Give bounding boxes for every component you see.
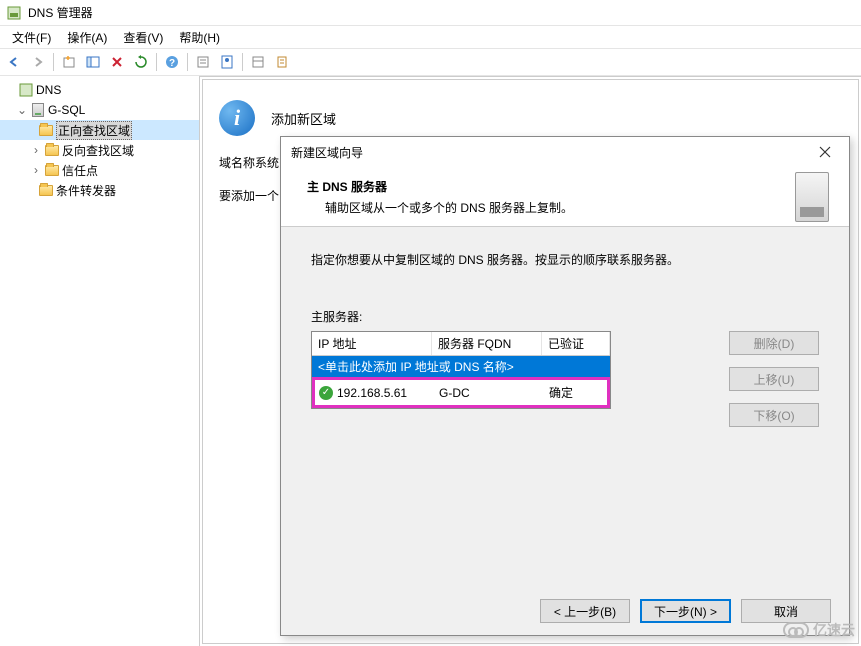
watermark-logo-icon: [783, 622, 809, 638]
side-button-group: 删除(D) 上移(U) 下移(O): [729, 331, 819, 427]
watermark-text: 亿速云: [813, 620, 855, 640]
delete-button[interactable]: 删除(D): [729, 331, 819, 355]
server-ip: 192.168.5.61: [337, 386, 407, 400]
watermark: 亿速云: [783, 620, 855, 640]
blank-expander: [4, 84, 16, 96]
master-servers-label: 主服务器:: [311, 308, 819, 325]
table-header: IP 地址 服务器 FQDN 已验证: [312, 332, 610, 356]
delete-button[interactable]: [106, 51, 128, 73]
window-title: DNS 管理器: [28, 4, 93, 21]
tree-label: 条件转发器: [56, 182, 116, 199]
dialog-header-title: 主 DNS 服务器: [307, 178, 573, 195]
forward-button[interactable]: [27, 51, 49, 73]
next-button[interactable]: 下一步(N) >: [640, 599, 731, 623]
toolbar-separator: [53, 53, 54, 71]
tree-conditional-forwarders[interactable]: 条件转发器: [0, 180, 199, 200]
dialog-footer: < 上一步(B) 下一步(N) > 取消: [281, 587, 849, 635]
tree-server[interactable]: ⌄ G-SQL: [0, 100, 199, 120]
col-ip[interactable]: IP 地址: [312, 332, 432, 355]
close-icon: [819, 146, 831, 158]
tree-label: 信任点: [62, 162, 98, 179]
folder-icon: [38, 182, 54, 198]
svg-text:?: ?: [169, 58, 175, 69]
menu-help[interactable]: 帮助(H): [171, 27, 228, 48]
folder-icon: [44, 162, 60, 178]
server-fqdn: G-DC: [439, 386, 549, 400]
collapse-icon[interactable]: ⌄: [16, 104, 28, 116]
tool-btn-d[interactable]: [271, 51, 293, 73]
tree-label: 正向查找区域: [56, 121, 132, 140]
tree: DNS ⌄ G-SQL 正向查找区域 › 反向查找区域 › 信任点: [0, 80, 199, 200]
server-image-icon: [795, 172, 829, 222]
toolbar-separator: [187, 53, 188, 71]
menu-action[interactable]: 操作(A): [59, 27, 115, 48]
tool-btn-a[interactable]: [192, 51, 214, 73]
show-hide-button[interactable]: [82, 51, 104, 73]
dns-icon: [18, 82, 34, 98]
server-icon: [30, 102, 46, 118]
refresh-button[interactable]: [130, 51, 152, 73]
menu-file[interactable]: 文件(F): [4, 27, 59, 48]
dialog-title-text: 新建区域向导: [291, 144, 363, 161]
dialog-titlebar[interactable]: 新建区域向导: [281, 137, 849, 167]
dialog-instruction: 指定你想要从中复制区域的 DNS 服务器。按显示的顺序联系服务器。: [311, 251, 819, 268]
app-icon: [6, 5, 22, 21]
server-validated: 确定: [549, 384, 603, 401]
toolbar-separator: [242, 53, 243, 71]
menu-bar: 文件(F) 操作(A) 查看(V) 帮助(H): [0, 26, 861, 48]
table-row[interactable]: ✓ 192.168.5.61 G-DC 确定: [315, 380, 607, 405]
master-servers-table[interactable]: IP 地址 服务器 FQDN 已验证 <单击此处添加 IP 地址或 DNS 名称…: [311, 331, 611, 409]
tree-label: G-SQL: [48, 103, 85, 117]
back-button[interactable]: [3, 51, 25, 73]
back-button[interactable]: < 上一步(B): [540, 599, 630, 623]
tree-pane: DNS ⌄ G-SQL 正向查找区域 › 反向查找区域 › 信任点: [0, 76, 200, 646]
col-fqdn[interactable]: 服务器 FQDN: [432, 332, 542, 355]
tree-trust-points[interactable]: › 信任点: [0, 160, 199, 180]
tool-btn-c[interactable]: [247, 51, 269, 73]
toolbar-separator: [156, 53, 157, 71]
dialog-header-subtitle: 辅助区域从一个或多个的 DNS 服务器上复制。: [325, 199, 573, 216]
new-button[interactable]: [58, 51, 80, 73]
content-header: i 添加新区域: [219, 100, 842, 136]
check-icon: ✓: [319, 386, 333, 400]
info-icon: i: [219, 100, 255, 136]
tree-forward-lookup[interactable]: 正向查找区域: [0, 120, 199, 140]
new-zone-wizard-dialog: 新建区域向导 主 DNS 服务器 辅助区域从一个或多个的 DNS 服务器上复制。…: [280, 136, 850, 636]
col-validated[interactable]: 已验证: [542, 332, 610, 355]
close-button[interactable]: [811, 142, 839, 162]
help-button[interactable]: ?: [161, 51, 183, 73]
expand-icon[interactable]: ›: [30, 144, 42, 156]
dialog-header: 主 DNS 服务器 辅助区域从一个或多个的 DNS 服务器上复制。: [281, 167, 849, 227]
tree-label: DNS: [36, 83, 61, 97]
content-heading: 添加新区域: [271, 109, 336, 128]
folder-icon: [44, 142, 60, 158]
tree-root-dns[interactable]: DNS: [0, 80, 199, 100]
tool-btn-b[interactable]: [216, 51, 238, 73]
expand-icon[interactable]: ›: [30, 164, 42, 176]
window-titlebar: DNS 管理器: [0, 0, 861, 26]
toolbar: ?: [0, 48, 861, 76]
folder-icon: [38, 122, 54, 138]
add-server-row[interactable]: <单击此处添加 IP 地址或 DNS 名称>: [312, 356, 610, 377]
menu-view[interactable]: 查看(V): [115, 27, 171, 48]
highlighted-row: ✓ 192.168.5.61 G-DC 确定: [312, 377, 610, 408]
tree-reverse-lookup[interactable]: › 反向查找区域: [0, 140, 199, 160]
dialog-body: 指定你想要从中复制区域的 DNS 服务器。按显示的顺序联系服务器。 主服务器: …: [281, 227, 849, 587]
tree-label: 反向查找区域: [62, 142, 134, 159]
move-up-button[interactable]: 上移(U): [729, 367, 819, 391]
move-down-button[interactable]: 下移(O): [729, 403, 819, 427]
